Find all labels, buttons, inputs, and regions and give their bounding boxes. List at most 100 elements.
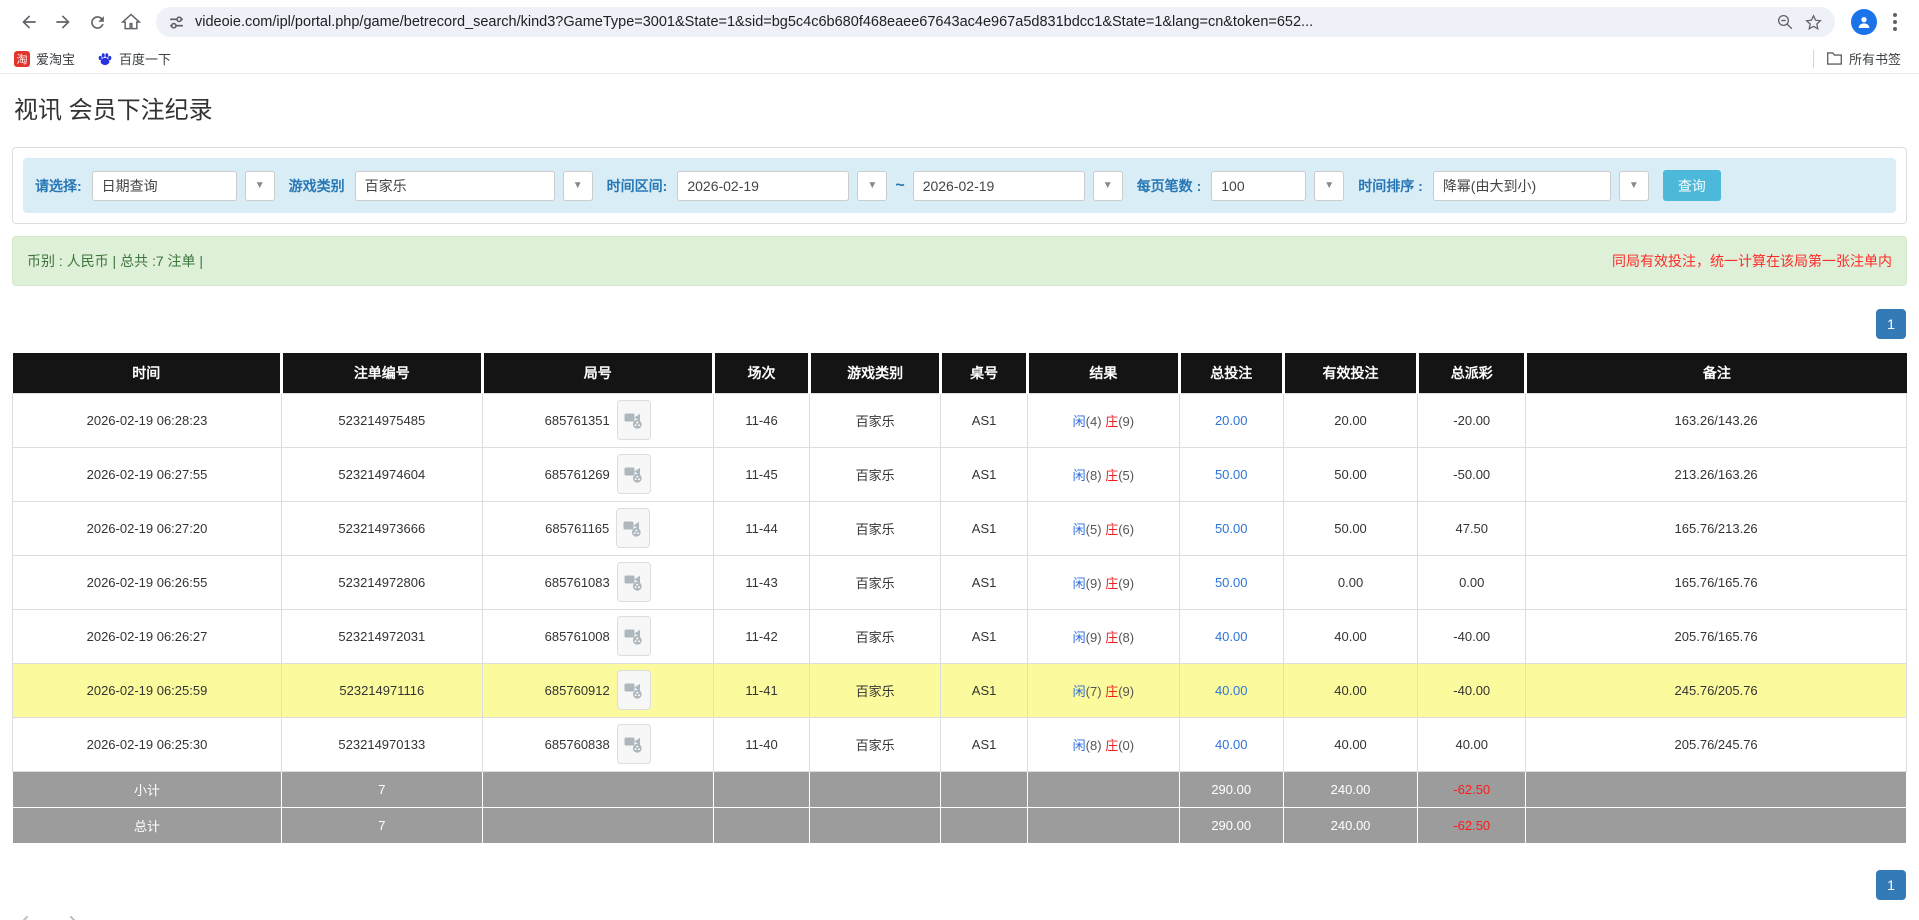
star-icon xyxy=(1804,13,1823,32)
taobao-favicon: 淘 xyxy=(14,51,30,67)
bookmark-taobao[interactable]: 淘 爱淘宝 xyxy=(14,49,75,68)
cell-valid-bet-sum: 240.00 xyxy=(1283,807,1417,843)
video-replay-button[interactable] xyxy=(617,724,651,764)
cell-bet-id: 523214974604 xyxy=(281,447,482,501)
bookmark-star-button[interactable] xyxy=(1804,13,1823,32)
back-icon[interactable] xyxy=(16,912,38,920)
chevron-down-icon[interactable]: ▼ xyxy=(1619,171,1649,201)
home-button[interactable] xyxy=(114,5,148,39)
video-replay-button[interactable] xyxy=(617,400,651,440)
total-bet-link[interactable]: 40.00 xyxy=(1215,737,1248,752)
cell-valid-bet: 50.00 xyxy=(1283,447,1417,501)
query-type-select[interactable]: 日期查询 xyxy=(92,171,237,201)
cell-session: 11-41 xyxy=(713,663,810,717)
cell-payout: -40.00 xyxy=(1418,609,1526,663)
total-bet-link[interactable]: 40.00 xyxy=(1215,683,1248,698)
cell-table-no: AS1 xyxy=(941,663,1028,717)
table-total-row: 总计7290.00240.00-62.50 xyxy=(13,807,1907,843)
refresh-button[interactable] xyxy=(80,5,114,39)
cell-result: 闲(4) 庄(9) xyxy=(1028,393,1180,447)
chevron-down-icon[interactable]: ▼ xyxy=(563,171,593,201)
cell-game-type: 百家乐 xyxy=(810,717,941,771)
date-from-input[interactable]: 2026-02-19 xyxy=(677,171,849,201)
cell-bet-id: 523214973666 xyxy=(281,501,482,555)
table-row: 2026-02-19 06:27:55523214974604685761269… xyxy=(13,447,1907,501)
column-header: 时间 xyxy=(13,353,282,393)
url-text[interactable]: videoie.com/ipl/portal.php/game/betrecor… xyxy=(195,14,1766,30)
column-header: 结果 xyxy=(1028,353,1180,393)
video-replay-button[interactable] xyxy=(617,562,651,602)
column-header: 桌号 xyxy=(941,353,1028,393)
chevron-down-icon[interactable]: ▼ xyxy=(1314,171,1344,201)
date-to-input[interactable]: 2026-02-19 xyxy=(913,171,1085,201)
per-page-select[interactable]: 100 xyxy=(1211,171,1306,201)
cell-game-type: 百家乐 xyxy=(810,663,941,717)
cell-remark: 205.76/165.76 xyxy=(1526,609,1907,663)
range-tilde: ~ xyxy=(895,177,904,195)
browser-toolbar: videoie.com/ipl/portal.php/game/betrecor… xyxy=(0,0,1919,44)
cell-empty xyxy=(810,771,941,807)
cell-valid-bet: 50.00 xyxy=(1283,501,1417,555)
cell-valid-bet: 20.00 xyxy=(1283,393,1417,447)
browser-menu-button[interactable] xyxy=(1883,13,1907,31)
address-bar[interactable]: videoie.com/ipl/portal.php/game/betrecor… xyxy=(156,7,1835,37)
bottom-nav-arrows xyxy=(16,912,82,920)
chevron-down-icon[interactable]: ▼ xyxy=(245,171,275,201)
all-bookmarks-button[interactable]: 所有书签 xyxy=(1826,49,1901,68)
cell-round-id: 685761269 xyxy=(482,447,713,501)
cell-session: 11-44 xyxy=(713,501,810,555)
pagination-page-1-bottom[interactable]: 1 xyxy=(1876,870,1906,900)
video-icon xyxy=(624,626,644,646)
zoom-out-icon xyxy=(1776,13,1794,31)
cell-total-label: 总计 xyxy=(13,807,282,843)
search-button[interactable]: 查询 xyxy=(1663,170,1721,201)
cell-empty xyxy=(1028,771,1180,807)
game-type-select[interactable]: 百家乐 xyxy=(355,171,555,201)
pagination-page-1-top[interactable]: 1 xyxy=(1876,309,1906,339)
cell-round-id: 685761008 xyxy=(482,609,713,663)
chevron-down-icon[interactable]: ▼ xyxy=(857,171,887,201)
forward-button[interactable] xyxy=(46,5,80,39)
video-replay-button[interactable] xyxy=(616,508,650,548)
filter-range-label: 时间区间: xyxy=(607,176,668,196)
cell-total-bet: 50.00 xyxy=(1179,501,1283,555)
cell-session: 11-40 xyxy=(713,717,810,771)
video-replay-button[interactable] xyxy=(617,454,651,494)
total-bet-link[interactable]: 40.00 xyxy=(1215,629,1248,644)
profile-button[interactable] xyxy=(1851,9,1877,35)
profile-avatar-icon xyxy=(1856,14,1872,30)
total-bet-link[interactable]: 20.00 xyxy=(1215,413,1248,428)
video-replay-button[interactable] xyxy=(617,616,651,656)
cell-session: 11-42 xyxy=(713,609,810,663)
cell-remark: 205.76/245.76 xyxy=(1526,717,1907,771)
video-replay-button[interactable] xyxy=(617,670,651,710)
total-bet-link[interactable]: 50.00 xyxy=(1215,521,1248,536)
cell-round-id: 685761083 xyxy=(482,555,713,609)
forward-icon xyxy=(53,12,73,32)
back-button[interactable] xyxy=(12,5,46,39)
forward-icon[interactable] xyxy=(60,912,82,920)
column-header: 局号 xyxy=(482,353,713,393)
cell-payout: 40.00 xyxy=(1418,717,1526,771)
zoom-out-button[interactable] xyxy=(1776,13,1794,31)
cell-total-bet: 40.00 xyxy=(1179,609,1283,663)
filter-bar: 请选择: 日期查询 ▼ 游戏类别 百家乐 ▼ 时间区间: 2026-02-19 … xyxy=(23,158,1896,213)
cell-session: 11-43 xyxy=(713,555,810,609)
cell-bet-id: 523214975485 xyxy=(281,393,482,447)
bookmark-baidu[interactable]: 百度一下 xyxy=(97,49,171,68)
cell-total-bet: 20.00 xyxy=(1179,393,1283,447)
cell-valid-bet: 40.00 xyxy=(1283,663,1417,717)
sort-order-select[interactable]: 降幂(由大到小) xyxy=(1433,171,1611,201)
cell-remark: 165.76/165.76 xyxy=(1526,555,1907,609)
total-bet-link[interactable]: 50.00 xyxy=(1215,467,1248,482)
cell-total-bet-sum: 290.00 xyxy=(1179,771,1283,807)
cell-bet-id: 523214972031 xyxy=(281,609,482,663)
chevron-down-icon[interactable]: ▼ xyxy=(1093,171,1123,201)
video-icon xyxy=(624,680,644,700)
cell-empty xyxy=(1526,771,1907,807)
column-header: 场次 xyxy=(713,353,810,393)
table-row: 2026-02-19 06:26:27523214972031685761008… xyxy=(13,609,1907,663)
table-row: 2026-02-19 06:25:30523214970133685760838… xyxy=(13,717,1907,771)
filter-game-label: 游戏类别 xyxy=(289,176,345,196)
total-bet-link[interactable]: 50.00 xyxy=(1215,575,1248,590)
